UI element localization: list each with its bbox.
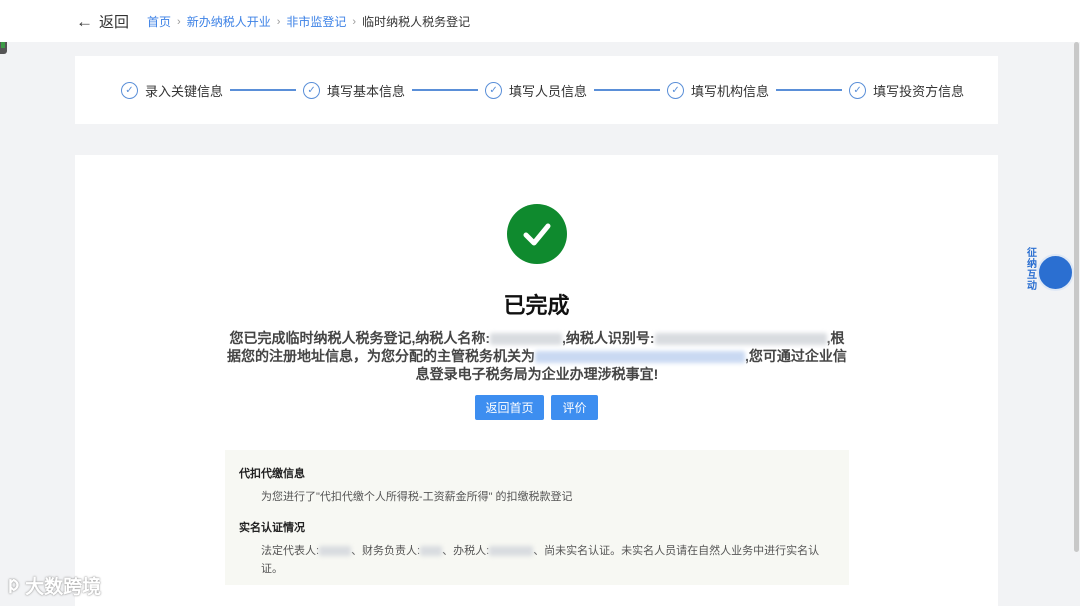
step-label: 填写投资方信息 [873, 83, 965, 99]
scrollbar[interactable] [1074, 42, 1079, 552]
result-message: 您已完成临时纳税人税务登记,纳税人名称: ,纳税人识别号: ,根据您的注册地址信息，… [225, 329, 849, 383]
watermark-text: 大数跨境 [25, 577, 102, 598]
message-text: 您已完成临时纳税人税务登记,纳税人名称: [229, 330, 491, 346]
step-1: ✓ 录入关键信息 [121, 81, 223, 100]
step-connector [776, 89, 843, 91]
progress-steps: ✓ 录入关键信息 ✓ 填写基本信息 ✓ 填写人员信息 ✓ 填写机构信息 ✓ 填写… [75, 56, 998, 124]
redacted-tax-id [654, 333, 827, 346]
message-text: ,纳税人识别号: [562, 330, 655, 346]
redacted-tax-authority [535, 351, 746, 364]
step-label: 填写人员信息 [509, 83, 588, 99]
result-title: 已完成 [503, 293, 570, 318]
assistant-avatar-icon [1037, 254, 1074, 291]
step-4: ✓ 填写机构信息 [667, 81, 769, 100]
check-circle-icon: ✓ [121, 81, 138, 99]
breadcrumb-new-taxpayer[interactable]: 新办纳税人开业 [187, 13, 271, 30]
step-label: 录入关键信息 [145, 83, 224, 99]
watermark-logo-icon: ᱞ [8, 576, 20, 598]
redacted-name [490, 333, 563, 346]
breadcrumb: 首页 › 新办纳税人开业 › 非市监登记 › 临时纳税人税务登记 [147, 13, 470, 30]
info-panel: 代扣代缴信息 为您进行了"代扣代缴个人所得税-工资薪金所得" 的扣缴税款登记 实… [225, 450, 849, 585]
back-button[interactable]: ← 返回 [76, 11, 129, 32]
withholding-text: 为您进行了"代扣代缴个人所得税-工资薪金所得" 的扣缴税款登记 [261, 491, 573, 503]
result-card: 已完成 您已完成临时纳税人税务登记,纳税人名称: ,纳税人识别号: ,根据您的注册地… [75, 155, 998, 606]
redacted-finance [420, 546, 443, 557]
breadcrumb-current: 临时纳税人税务登记 [362, 15, 471, 29]
check-circle-icon: ✓ [849, 81, 867, 99]
top-bar: ← 返回 首页 › 新办纳税人开业 › 非市监登记 › 临时纳税人税务登记 [0, 0, 1080, 42]
breadcrumb-home[interactable]: 首页 [147, 13, 171, 30]
step-label: 填写机构信息 [691, 83, 770, 99]
chevron-right-icon: › [276, 15, 281, 28]
check-circle-icon: ✓ [303, 81, 321, 99]
realname-text: 法定代表人: 、财务负责人: 、办税人: 、尚未实名认证。未实名人员请在自然人业务中进… [239, 542, 835, 578]
chat-assistant-widget[interactable]: 征纳互动 [1027, 246, 1077, 296]
action-buttons: 返回首页 评价 [475, 395, 598, 420]
check-circle-icon: ✓ [667, 81, 685, 99]
rate-button[interactable]: 评价 [551, 395, 598, 420]
step-2: ✓ 填写基本信息 [303, 81, 405, 100]
success-check-icon [507, 204, 567, 264]
breadcrumb-non-market[interactable]: 非市监登记 [286, 13, 346, 30]
chevron-right-icon: › [177, 15, 181, 28]
legal-rep-label: 法定代表人: [261, 545, 320, 557]
finance-label: 、财务负责人: [351, 545, 421, 557]
check-circle-icon: ✓ [485, 81, 503, 99]
arrow-left-icon: ← [76, 11, 93, 31]
redacted-taxpayer [489, 546, 534, 557]
step-connector [594, 89, 661, 91]
redacted-legal-rep [319, 546, 352, 557]
withholding-title: 代扣代缴信息 [239, 468, 305, 480]
assistant-label: 征纳互动 [1027, 248, 1037, 292]
step-label: 填写基本信息 [327, 83, 406, 99]
back-label: 返回 [99, 14, 130, 31]
step-connector [230, 89, 297, 91]
step-3: ✓ 填写人员信息 [485, 81, 587, 100]
chevron-right-icon: › [352, 15, 357, 28]
watermark: ᱞ 大数跨境 [8, 572, 101, 599]
realname-title: 实名认证情况 [239, 522, 305, 534]
step-connector [412, 89, 479, 91]
step-5: ✓ 填写投资方信息 [849, 81, 964, 100]
return-home-button[interactable]: 返回首页 [475, 395, 544, 420]
taxpayer-label: 、办税人: [442, 545, 490, 557]
